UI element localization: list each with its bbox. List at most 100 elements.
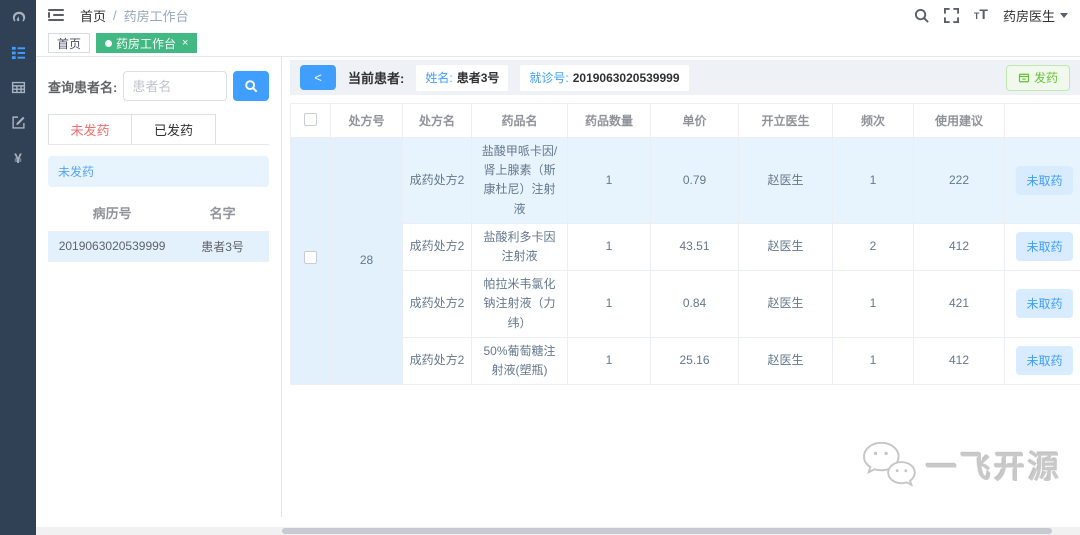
name-label: 姓名: [425, 71, 453, 85]
sidebar-item-fees[interactable]: ¥ [0, 140, 36, 175]
col-price: 单价 [650, 103, 739, 138]
dispense-label: 发药 [1033, 71, 1058, 85]
fullscreen-icon[interactable] [943, 7, 959, 23]
close-tab-icon[interactable]: × [182, 37, 188, 49]
drug-price: 43.51 [650, 222, 739, 272]
horizontal-scrollbar[interactable] [36, 527, 1080, 535]
frequency: 1 [832, 137, 914, 224]
undispensed-alert: 未发药 [48, 156, 269, 187]
watermark: 一飞开源 [860, 439, 1062, 489]
dispense-button[interactable]: 发药 [1005, 64, 1070, 91]
drug-row[interactable]: 成药处方2 50%葡萄糖注射液(塑瓶) 1 25.16 赵医生 1 412 未取… [291, 336, 1080, 386]
sidebar-item-tables[interactable] [0, 70, 36, 105]
sidebar-item-register[interactable] [0, 105, 36, 140]
drug-row[interactable]: 28 成药处方2 盐酸甲哌卡因/肾上腺素（斯康杜尼）注射液 1 0.79 赵医生… [290, 136, 1080, 386]
row-checkbox[interactable] [304, 251, 317, 265]
breadcrumb-separator: / [113, 7, 117, 23]
prescription-no: 28 [330, 136, 403, 386]
collapse-sidebar-icon[interactable] [48, 9, 64, 21]
search-button[interactable] [233, 71, 269, 101]
pharmacy-workstation-app: ¥ 首页 / 药房工作台 TT 药房医生 首页 药房工作台 × 查询患者名: 患… [0, 0, 1080, 535]
back-button[interactable]: < [300, 65, 336, 90]
patient-name-box: 姓名: 患者3号 [416, 64, 509, 91]
font-size-icon[interactable]: TT [974, 7, 988, 23]
magnifier-icon [245, 80, 258, 93]
page-content: 查询患者名: 未发药 已发药 未发药 病历号 名字 [36, 57, 1080, 525]
scrollbar-thumb[interactable] [282, 528, 1052, 534]
patient-query-panel: 查询患者名: 未发药 已发药 未发药 病历号 名字 [36, 57, 282, 517]
search-label: 查询患者名: [48, 79, 118, 95]
drug-name: 盐酸利多卡因注射液 [471, 222, 568, 272]
topnav-actions: TT 药房医生 [914, 6, 1068, 25]
patient-search-row: 查询患者名: [48, 71, 269, 101]
current-patient-label: 当前患者: [348, 71, 405, 86]
wechat-logo-icon [863, 441, 916, 487]
sidebar: ¥ [0, 0, 36, 535]
search-icon[interactable] [914, 8, 929, 23]
dispense-status-tabs: 未发药 已发药 [48, 114, 269, 145]
usage-advice: 421 [913, 270, 1005, 338]
drug-row[interactable]: 成药处方2 盐酸利多卡因注射液 1 43.51 赵医生 2 412 未取药 [291, 222, 1080, 272]
tab-pharmacy-workstation[interactable]: 药房工作台 × [96, 33, 198, 53]
patient-row[interactable]: 2019063020539999 患者3号 [48, 231, 269, 262]
frequency: 2 [832, 222, 914, 272]
drug-price: 0.84 [650, 270, 739, 338]
col-action [1004, 103, 1080, 138]
rx-name: 成药处方2 [402, 270, 472, 338]
breadcrumb: 首页 / 药房工作台 [80, 6, 189, 25]
current-patient-bar: < 当前患者: 姓名: 患者3号 就诊号: 2019063020539999 发… [290, 60, 1080, 95]
drug-price: 0.79 [650, 137, 739, 224]
prescription-table: 处方号 处方名 药品名 药品数量 单价 开立医生 频次 使用建议 28 成药处方… [290, 103, 1080, 386]
edit-icon [11, 116, 25, 129]
drug-row[interactable]: 成药处方2 帕拉米韦氯化钠注射液（力纬） 1 0.84 赵医生 1 421 未取… [291, 270, 1080, 338]
drug-qty: 1 [567, 137, 651, 224]
tab-pharmacy-label: 药房工作台 [116, 36, 177, 51]
doctor: 赵医生 [738, 270, 833, 338]
col-patient-name: 名字 [176, 195, 269, 232]
sidebar-item-pharmacy[interactable] [0, 35, 36, 70]
col-doctor: 开立医生 [738, 103, 833, 138]
prescription-panel: < 当前患者: 姓名: 患者3号 就诊号: 2019063020539999 发… [286, 57, 1080, 517]
table-grid-icon [11, 81, 25, 94]
drug-qty: 1 [567, 336, 651, 386]
currency-yen-icon: ¥ [14, 149, 22, 166]
drug-price: 25.16 [650, 336, 739, 386]
doctor: 赵医生 [738, 222, 833, 272]
frequency: 1 [832, 270, 914, 338]
drug-name: 50%葡萄糖注射液(塑瓶) [471, 336, 568, 386]
col-rx-name: 处方名 [402, 103, 472, 138]
not-taken-button[interactable]: 未取药 [1016, 232, 1073, 262]
doctor: 赵医生 [738, 336, 833, 386]
patient-record-no: 2019063020539999 [48, 231, 177, 262]
user-menu[interactable]: 药房医生 [1003, 6, 1068, 25]
breadcrumb-current: 药房工作台 [123, 8, 189, 24]
table-header-row: 处方号 处方名 药品名 药品数量 单价 开立医生 频次 使用建议 [290, 103, 1080, 138]
breadcrumb-home[interactable]: 首页 [80, 6, 106, 25]
not-taken-button[interactable]: 未取药 [1016, 165, 1073, 195]
tab-home[interactable]: 首页 [48, 33, 91, 53]
top-navbar: 首页 / 药房工作台 TT 药房医生 [36, 0, 1080, 30]
usage-advice: 412 [913, 222, 1005, 272]
drug-name: 帕拉米韦氯化钠注射液（力纬） [471, 270, 568, 338]
col-advice: 使用建议 [913, 103, 1005, 138]
menu-list-icon [11, 46, 25, 60]
col-drug-name: 药品名 [471, 103, 568, 138]
tab-home-label: 首页 [57, 36, 82, 51]
tab-dispensed[interactable]: 已发药 [132, 114, 216, 144]
name-value: 患者3号 [456, 71, 500, 85]
tag-tab-bar: 首页 药房工作台 × [36, 30, 1080, 57]
not-taken-button[interactable]: 未取药 [1016, 346, 1073, 376]
tab-undispensed[interactable]: 未发药 [48, 114, 132, 144]
visit-label: 就诊号: [529, 71, 569, 85]
watermark-text: 一飞开源 [926, 449, 1062, 485]
not-taken-button[interactable]: 未取药 [1016, 289, 1073, 319]
caret-down-icon [1060, 12, 1068, 18]
doctor: 赵医生 [738, 137, 833, 224]
active-dot-icon [105, 39, 113, 47]
drug-qty: 1 [567, 222, 651, 272]
dispense-icon [1018, 73, 1030, 82]
select-all-checkbox[interactable] [304, 112, 317, 126]
sidebar-item-dashboard[interactable] [0, 0, 36, 35]
patient-name-input[interactable] [123, 71, 227, 101]
visit-value: 2019063020539999 [572, 70, 680, 85]
